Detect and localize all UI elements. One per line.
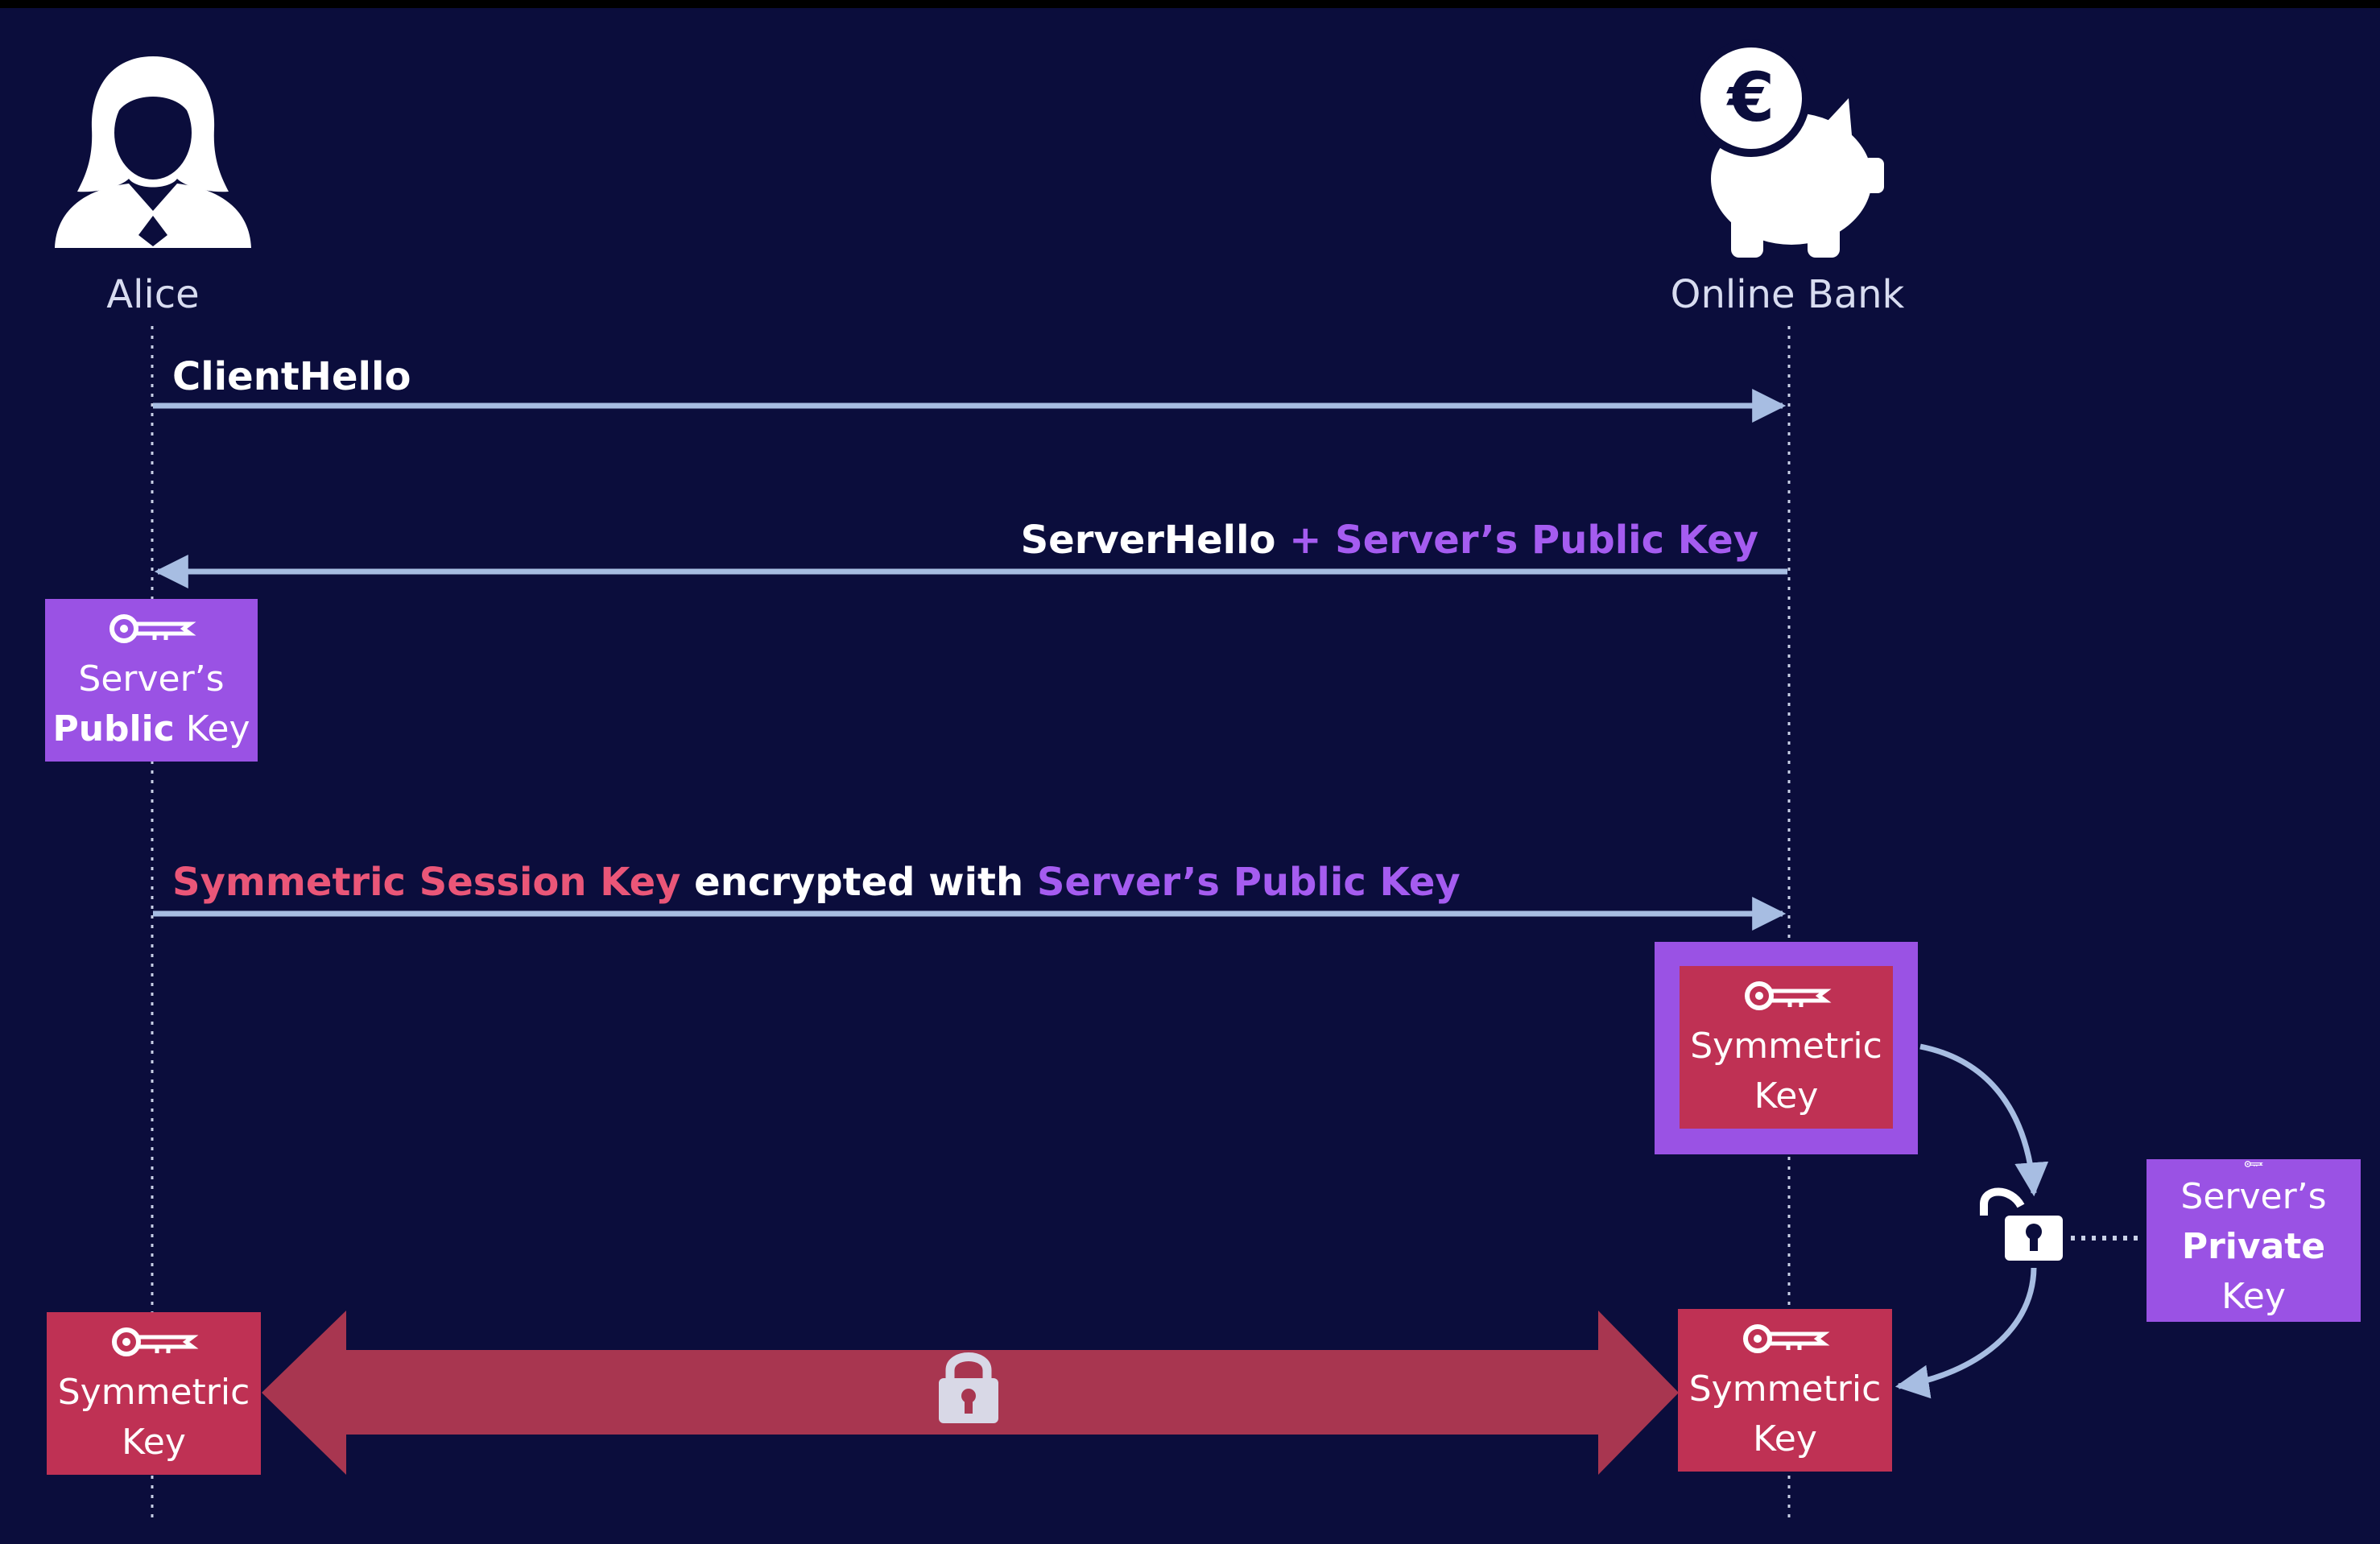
padlock-open-icon <box>1980 1187 2063 1261</box>
private-key-line2: Private Key <box>2147 1222 2361 1322</box>
key-icon <box>109 614 196 643</box>
alice-public-key-box: Server’s Public Key <box>45 599 258 762</box>
alice-public-key-line2: Public Key <box>52 704 250 754</box>
server-hello-text: ServerHello <box>1020 518 1276 563</box>
piggy-bank-euro-icon: € <box>1692 39 1884 258</box>
server-hello-joiner: + <box>1275 518 1336 563</box>
session-key-label: Symmetric Session Key encrypted with Ser… <box>172 860 1461 905</box>
server-private-key-box: Server’s Private Key <box>2147 1159 2361 1322</box>
tls-handshake-diagram: € Alice Online Bank ClientHello ServerHe… <box>0 0 2380 1544</box>
key-icon <box>1743 1324 1830 1353</box>
alice-sym-key-line1: Symmetric <box>57 1372 250 1413</box>
user-female-icon <box>55 56 251 248</box>
session-key-text: Symmetric Session Key <box>172 860 681 905</box>
decrypted-key-arrow <box>1894 1267 2037 1399</box>
alice-public-key-line1: Server’s <box>78 658 225 700</box>
bank-encrypted-key-line2: Key <box>1754 1075 1819 1117</box>
private-key-bold: Private <box>2181 1226 2326 1267</box>
private-key-rest: Key <box>2221 1276 2286 1317</box>
alice-label: Alice <box>106 272 200 317</box>
bank-encrypted-key-box: Symmetric Key <box>1655 942 1918 1154</box>
bank-encrypted-key-line1: Symmetric <box>1690 1026 1882 1067</box>
client-hello-label: ClientHello <box>172 354 411 399</box>
alice-public-key-bold: Public <box>52 708 175 749</box>
alice-public-key-rest: Key <box>174 708 250 749</box>
bank-encrypted-key-inner: Symmetric Key <box>1680 966 1893 1129</box>
svg-text:€: € <box>1726 58 1775 137</box>
session-key-joiner: encrypted with <box>680 860 1037 905</box>
private-key-line1: Server’s <box>2180 1176 2327 1217</box>
bank-sym-key-line1: Symmetric <box>1688 1369 1882 1410</box>
alice-symmetric-key-box: Symmetric Key <box>47 1312 261 1475</box>
bank-symmetric-key-box: Symmetric Key <box>1678 1309 1892 1472</box>
diagram-svg: € <box>55 39 2142 1517</box>
alice-sym-key-line2: Key <box>122 1422 186 1463</box>
session-key-public-key-text: Server’s Public Key <box>1036 860 1461 905</box>
key-icon <box>112 1327 199 1356</box>
key-icon <box>2244 1161 2263 1167</box>
key-icon <box>1744 981 1831 1010</box>
bank-label: Online Bank <box>1670 272 1905 317</box>
server-hello-label: ServerHello + Server’s Public Key <box>1021 518 1758 563</box>
decrypt-arrow <box>1919 1043 2049 1197</box>
bank-sym-key-line2: Key <box>1753 1418 1817 1459</box>
server-hello-key-text: Server’s Public Key <box>1335 518 1758 563</box>
